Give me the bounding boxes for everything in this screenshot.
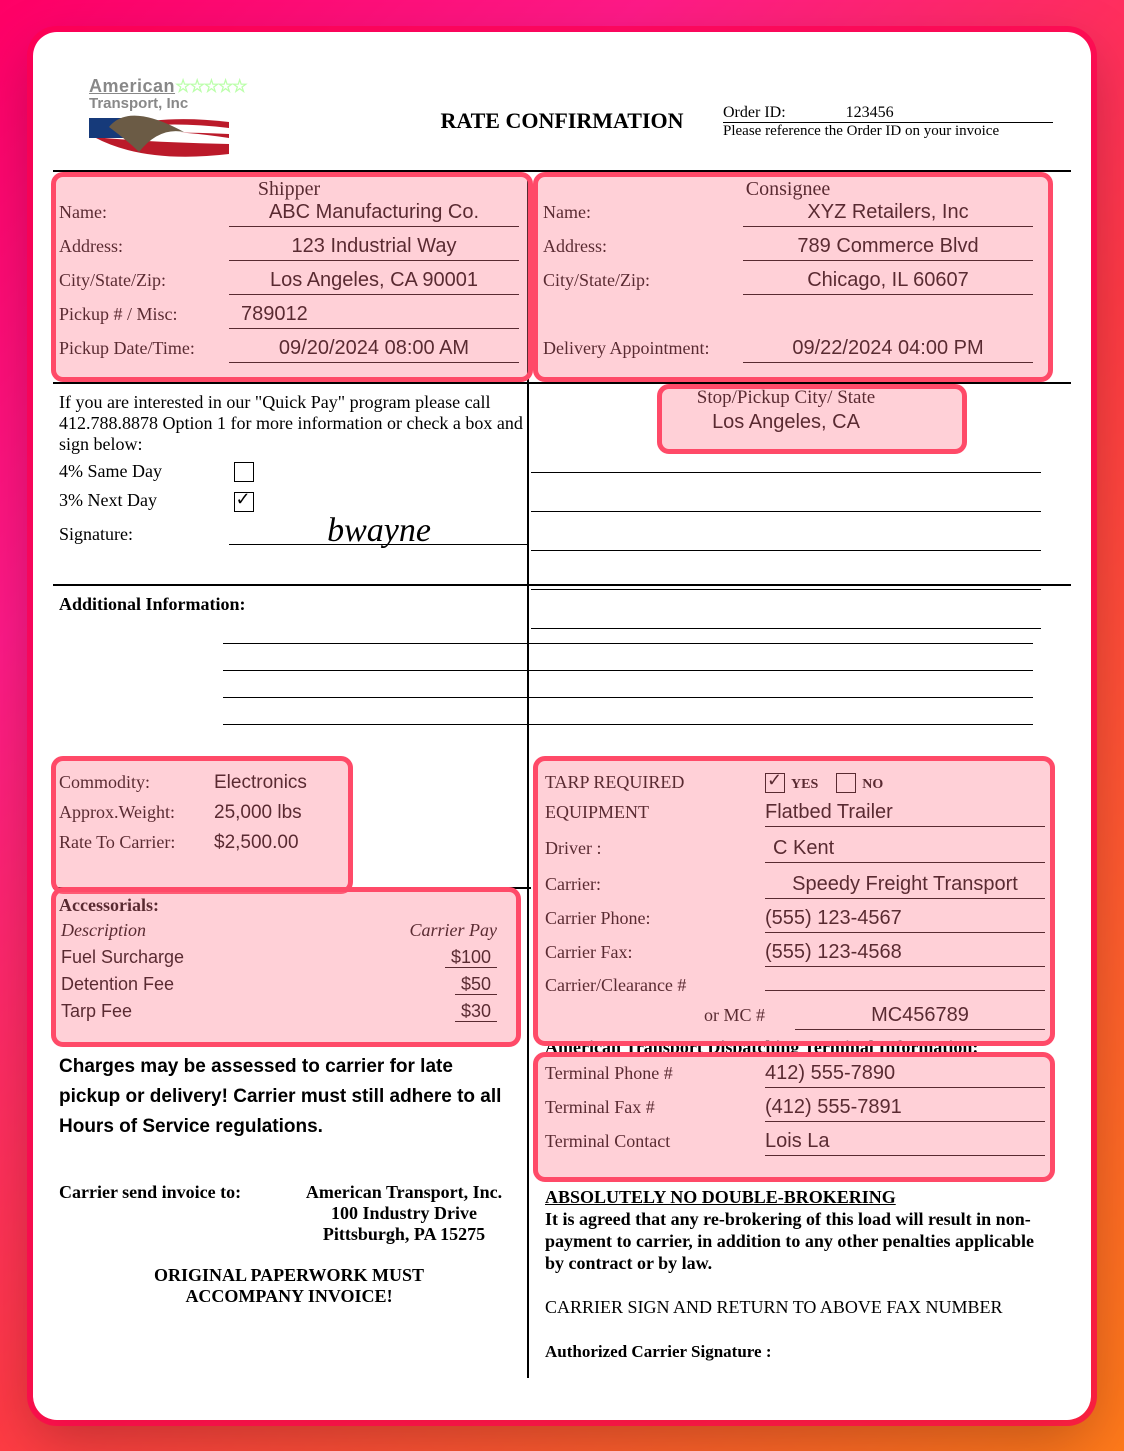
- tarp-yes-checkbox[interactable]: [765, 773, 785, 793]
- no-broker-block: ABSOLUTELY NO DOUBLE-BROKERING It is agr…: [545, 1187, 1045, 1274]
- next-day-checkbox[interactable]: [234, 492, 254, 512]
- shipper-name: ABC Manufacturing Co.: [229, 201, 519, 227]
- tarp-no-checkbox[interactable]: [836, 773, 856, 793]
- vertical-divider: [527, 178, 529, 1378]
- commodity-block: Commodity: Electronics Approx.Weight: 25…: [59, 772, 479, 862]
- shipper-block: Shipper Name:ABC Manufacturing Co. Addre…: [59, 178, 519, 371]
- order-id: 123456: [846, 104, 894, 122]
- quickpay-block: If you are interested in our "Quick Pay"…: [59, 392, 529, 546]
- rate-confirmation-page: American☆☆☆☆☆ Transport, Inc RATE CONFIR…: [33, 32, 1091, 1420]
- quickpay-signature[interactable]: bwayne: [229, 518, 529, 545]
- accessorials-block: Accessorials: Description Carrier Pay Fu…: [59, 895, 499, 1026]
- invoice-block: Carrier send invoice to: American Transp…: [59, 1182, 519, 1307]
- same-day-checkbox[interactable]: [234, 462, 254, 482]
- additional-info-label: Additional Information:: [59, 594, 246, 615]
- consignee-block: Consignee Name:XYZ Retailers, Inc Addres…: [543, 178, 1033, 371]
- late-warning: Charges may be assessed to carrier for l…: [59, 1052, 509, 1142]
- carrier-info-block: TARP REQUIRED YES NO EQUIPMENTFlatbed Tr…: [545, 772, 1045, 1039]
- stops-block: Stop/Pickup City/ State Los Angeles, CA: [531, 387, 1041, 629]
- terminal-block: Terminal Phone #412) 555-7890 Terminal F…: [545, 1062, 1045, 1164]
- order-id-block: Order ID:123456 Please reference the Ord…: [723, 104, 1053, 140]
- authorized-signature-label: Authorized Carrier Signature :: [545, 1342, 771, 1362]
